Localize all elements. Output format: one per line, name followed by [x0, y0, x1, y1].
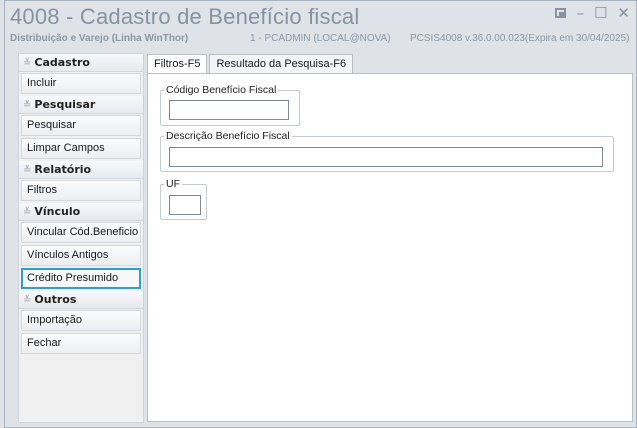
subtitle-user: 1 - PCADMIN (LOCAL@NOVA): [250, 33, 391, 44]
group-relatorio[interactable]: ≚ Relatório: [19, 161, 143, 179]
chevron-up-icon: ≚: [23, 207, 32, 218]
sidebar-item-limpar-campos[interactable]: Limpar Campos: [21, 138, 141, 159]
sidebar-item-filtros[interactable]: Filtros: [21, 180, 141, 201]
main-window: 4008 - Cadastro de Benefício fiscal Dist…: [4, 0, 637, 428]
chevron-up-icon: ≚: [23, 100, 32, 111]
subtitle-product: Distribuição e Varejo (Linha WinThor): [10, 33, 189, 44]
window-title: 4008 - Cadastro de Benefício fiscal: [10, 4, 360, 29]
group-outros[interactable]: ≚ Outros: [19, 291, 143, 309]
chevron-up-icon: ≚: [23, 58, 32, 69]
title-bar[interactable]: 4008 - Cadastro de Benefício fiscal Dist…: [5, 1, 636, 49]
sidebar-item-vincular-cod-beneficio[interactable]: Vincular Cód.Beneficio: [21, 222, 141, 243]
sidebar-item-incluir[interactable]: Incluir: [21, 73, 141, 94]
sidebar: ≚ Cadastro Incluir ≚ Pesquisar Pesquisar L…: [18, 53, 144, 423]
window-controls: – ☐ ✕: [555, 4, 630, 22]
maximize-icon[interactable]: ☐: [594, 4, 607, 22]
minimize-icon[interactable]: –: [576, 4, 584, 22]
chevron-up-icon: ≚: [23, 165, 32, 176]
sidebar-item-pesquisar[interactable]: Pesquisar: [21, 115, 141, 136]
chevron-up-icon: ≚: [23, 295, 32, 306]
window-subtitle: Distribuição e Varejo (Linha WinThor) 1 …: [10, 33, 629, 44]
tab-bar: Filtros-F5 Resultado da Pesquisa-F6: [147, 54, 355, 75]
uf-input[interactable]: [169, 195, 201, 215]
tab-filtros[interactable]: Filtros-F5: [147, 54, 208, 75]
descricao-label: Descrição Benefício Fiscal: [166, 130, 290, 142]
tab-resultado-pesquisa[interactable]: Resultado da Pesquisa-F6: [209, 54, 354, 74]
codigo-beneficio-input[interactable]: [169, 100, 289, 120]
sidebar-item-credito-presumido[interactable]: Crédito Presumido: [21, 268, 141, 289]
subtitle-version: PCSIS4008 v.36.0.00.023(Expira em 30/04/…: [410, 33, 630, 44]
sidebar-item-vinculos-antigos[interactable]: Vínculos Antigos: [21, 245, 141, 266]
filters-panel: Código Benefício Fiscal Descrição Benefí…: [147, 73, 633, 422]
restore-icon[interactable]: [555, 8, 567, 18]
sidebar-item-importacao[interactable]: Importação: [21, 310, 141, 331]
group-vinculo[interactable]: ≚ Vínculo: [19, 203, 143, 221]
codigo-label: Código Benefício Fiscal: [166, 84, 277, 96]
sidebar-item-fechar[interactable]: Fechar: [21, 333, 141, 354]
descricao-beneficio-input[interactable]: [169, 147, 603, 167]
group-pesquisar[interactable]: ≚ Pesquisar: [19, 96, 143, 114]
group-cadastro[interactable]: ≚ Cadastro: [19, 54, 143, 72]
uf-label: UF: [166, 178, 180, 190]
close-icon[interactable]: ✕: [617, 4, 630, 22]
